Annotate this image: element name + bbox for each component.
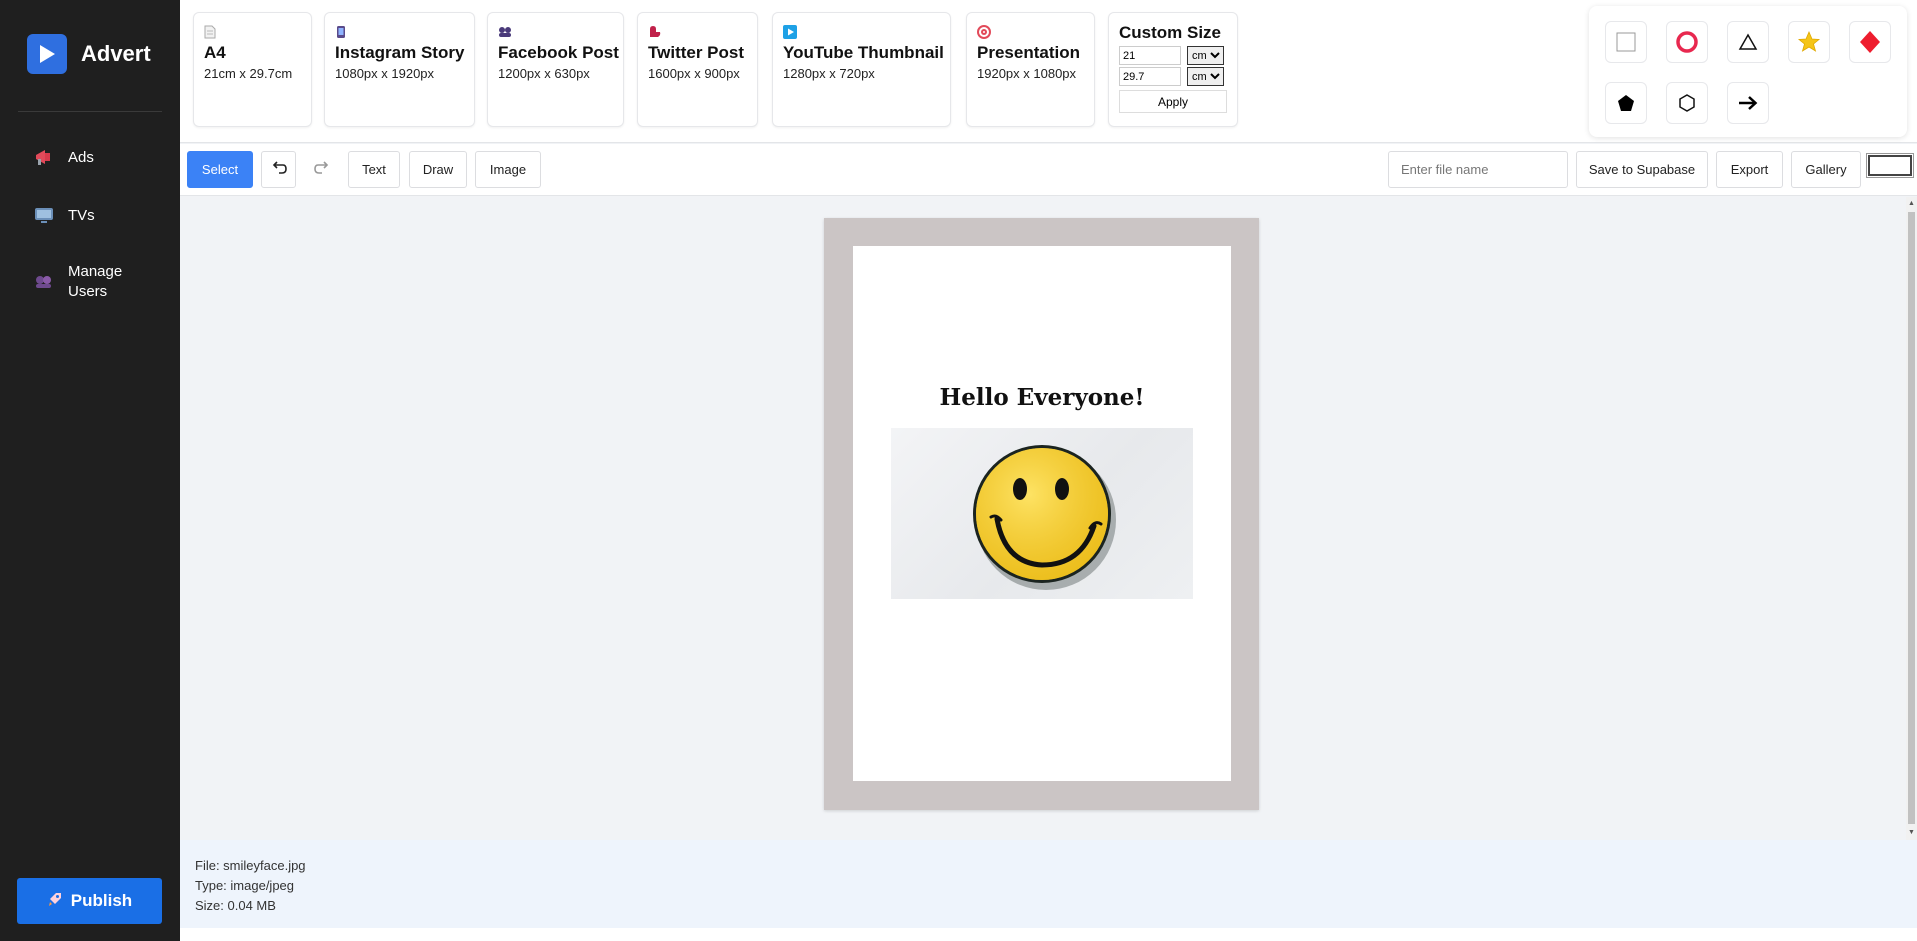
sidebar-item-manage-users[interactable]: Manage Users bbox=[34, 262, 128, 302]
preset-name: YouTube Thumbnail bbox=[783, 43, 944, 62]
publish-label: Publish bbox=[70, 891, 133, 910]
preset-name: Instagram Story bbox=[335, 43, 465, 62]
scroll-down-arrow-icon[interactable]: ▼ bbox=[1907, 828, 1916, 838]
preset-presentation[interactable]: Presentation 1920px x 1080px bbox=[966, 12, 1095, 127]
preset-dimensions: 1080px x 1920px bbox=[335, 66, 435, 81]
users-icon bbox=[34, 272, 54, 292]
preset-dimensions: 1920px x 1080px bbox=[977, 66, 1077, 81]
save-to-supabase-button[interactable]: Save to Supabase bbox=[1576, 151, 1708, 188]
text-tool-button[interactable]: Text bbox=[348, 151, 400, 188]
color-picker[interactable] bbox=[1866, 153, 1914, 178]
preset-instagram-story[interactable]: Instagram Story 1080px x 1920px bbox=[324, 12, 475, 127]
brand-name: Advert bbox=[81, 41, 151, 66]
custom-height-input[interactable] bbox=[1119, 67, 1181, 86]
undo-button[interactable] bbox=[261, 151, 296, 188]
pentagon-icon[interactable] bbox=[1605, 82, 1647, 124]
redo-button[interactable] bbox=[304, 151, 339, 188]
file-name-input[interactable] bbox=[1388, 151, 1568, 188]
triangle-icon[interactable] bbox=[1727, 21, 1769, 63]
canvas-headline-text[interactable]: Hello Everyone! bbox=[853, 384, 1231, 411]
redo-icon bbox=[313, 161, 330, 178]
preset-name: Twitter Post bbox=[648, 43, 745, 62]
custom-width-input[interactable] bbox=[1119, 46, 1181, 65]
custom-size-title: Custom Size bbox=[1119, 23, 1222, 42]
export-button[interactable]: Export bbox=[1716, 151, 1783, 188]
preset-name: Facebook Post bbox=[498, 43, 619, 62]
preset-dimensions: 1200px x 630px bbox=[498, 66, 590, 81]
scroll-thumb[interactable] bbox=[1908, 212, 1915, 824]
sidebar-item-label: Manage Users bbox=[68, 263, 123, 300]
diamond-icon[interactable] bbox=[1849, 21, 1891, 63]
apply-button[interactable]: Apply bbox=[1119, 90, 1227, 113]
preset-dimensions: 1280px x 720px bbox=[783, 66, 875, 81]
publish-button[interactable]: Publish bbox=[17, 878, 162, 924]
arrow-icon[interactable] bbox=[1727, 82, 1769, 124]
undo-icon bbox=[271, 161, 287, 178]
sidebar-item-label: TVs bbox=[68, 206, 95, 224]
file-info-panel: File: smileyface.jpg Type: image/jpeg Si… bbox=[180, 840, 1917, 928]
rocket-icon bbox=[47, 891, 63, 912]
preset-twitter-post[interactable]: Twitter Post 1600px x 900px bbox=[637, 12, 758, 127]
sidebar-item-ads[interactable]: Ads bbox=[34, 147, 94, 167]
editor-toolbar: Select Text Draw Image Save to Supabase … bbox=[180, 144, 1917, 196]
sidebar-item-tvs[interactable]: TVs bbox=[34, 205, 95, 225]
smiley-face-image[interactable] bbox=[891, 428, 1193, 599]
sidebar-item-label: Ads bbox=[68, 148, 94, 166]
brand[interactable]: Advert bbox=[27, 34, 151, 74]
file-type-text: Type: image/jpeg bbox=[195, 878, 295, 893]
width-unit-select[interactable]: cm bbox=[1187, 46, 1224, 65]
bird-icon bbox=[648, 25, 747, 41]
preset-youtube-thumbnail[interactable]: YouTube Thumbnail 1280px x 720px bbox=[772, 12, 951, 127]
sidebar: Advert Ads TVs Manage Users Publish bbox=[0, 0, 180, 941]
square-icon[interactable] bbox=[1605, 21, 1647, 63]
play-icon bbox=[783, 25, 940, 41]
workspace-scrollbar[interactable]: ▲ ▼ bbox=[1906, 197, 1917, 840]
image-tool-button[interactable]: Image bbox=[475, 151, 541, 188]
circle-icon[interactable] bbox=[1666, 21, 1708, 63]
scroll-up-arrow-icon[interactable]: ▲ bbox=[1907, 199, 1916, 209]
play-logo-icon bbox=[27, 34, 67, 74]
custom-size-panel: Custom Size cm cm Apply bbox=[1108, 12, 1238, 127]
file-size-text: Size: 0.04 MB bbox=[195, 898, 276, 913]
height-unit-select[interactable]: cm bbox=[1187, 67, 1224, 86]
shapes-palette bbox=[1589, 6, 1907, 137]
gallery-button[interactable]: Gallery bbox=[1791, 151, 1861, 188]
preset-facebook-post[interactable]: Facebook Post 1200px x 630px bbox=[487, 12, 624, 127]
preset-dimensions: 21cm x 29.7cm bbox=[204, 66, 293, 81]
document-icon bbox=[204, 25, 301, 41]
megaphone-icon bbox=[34, 147, 54, 167]
preset-name: Presentation bbox=[977, 43, 1080, 62]
bottom-strip bbox=[180, 928, 1917, 941]
phone-icon bbox=[335, 25, 464, 41]
preset-dimensions: 1600px x 900px bbox=[648, 66, 740, 81]
hexagon-icon[interactable] bbox=[1666, 82, 1708, 124]
star-icon[interactable] bbox=[1788, 21, 1830, 63]
users-icon bbox=[498, 25, 613, 41]
preset-a4[interactable]: A4 21cm x 29.7cm bbox=[193, 12, 312, 127]
sidebar-divider bbox=[18, 111, 162, 112]
draw-tool-button[interactable]: Draw bbox=[409, 151, 467, 188]
preset-name: A4 bbox=[204, 43, 226, 62]
target-icon bbox=[977, 25, 1084, 41]
tv-icon bbox=[34, 205, 54, 225]
select-tool-button[interactable]: Select bbox=[187, 151, 253, 188]
file-name-text: File: smileyface.jpg bbox=[195, 858, 306, 873]
